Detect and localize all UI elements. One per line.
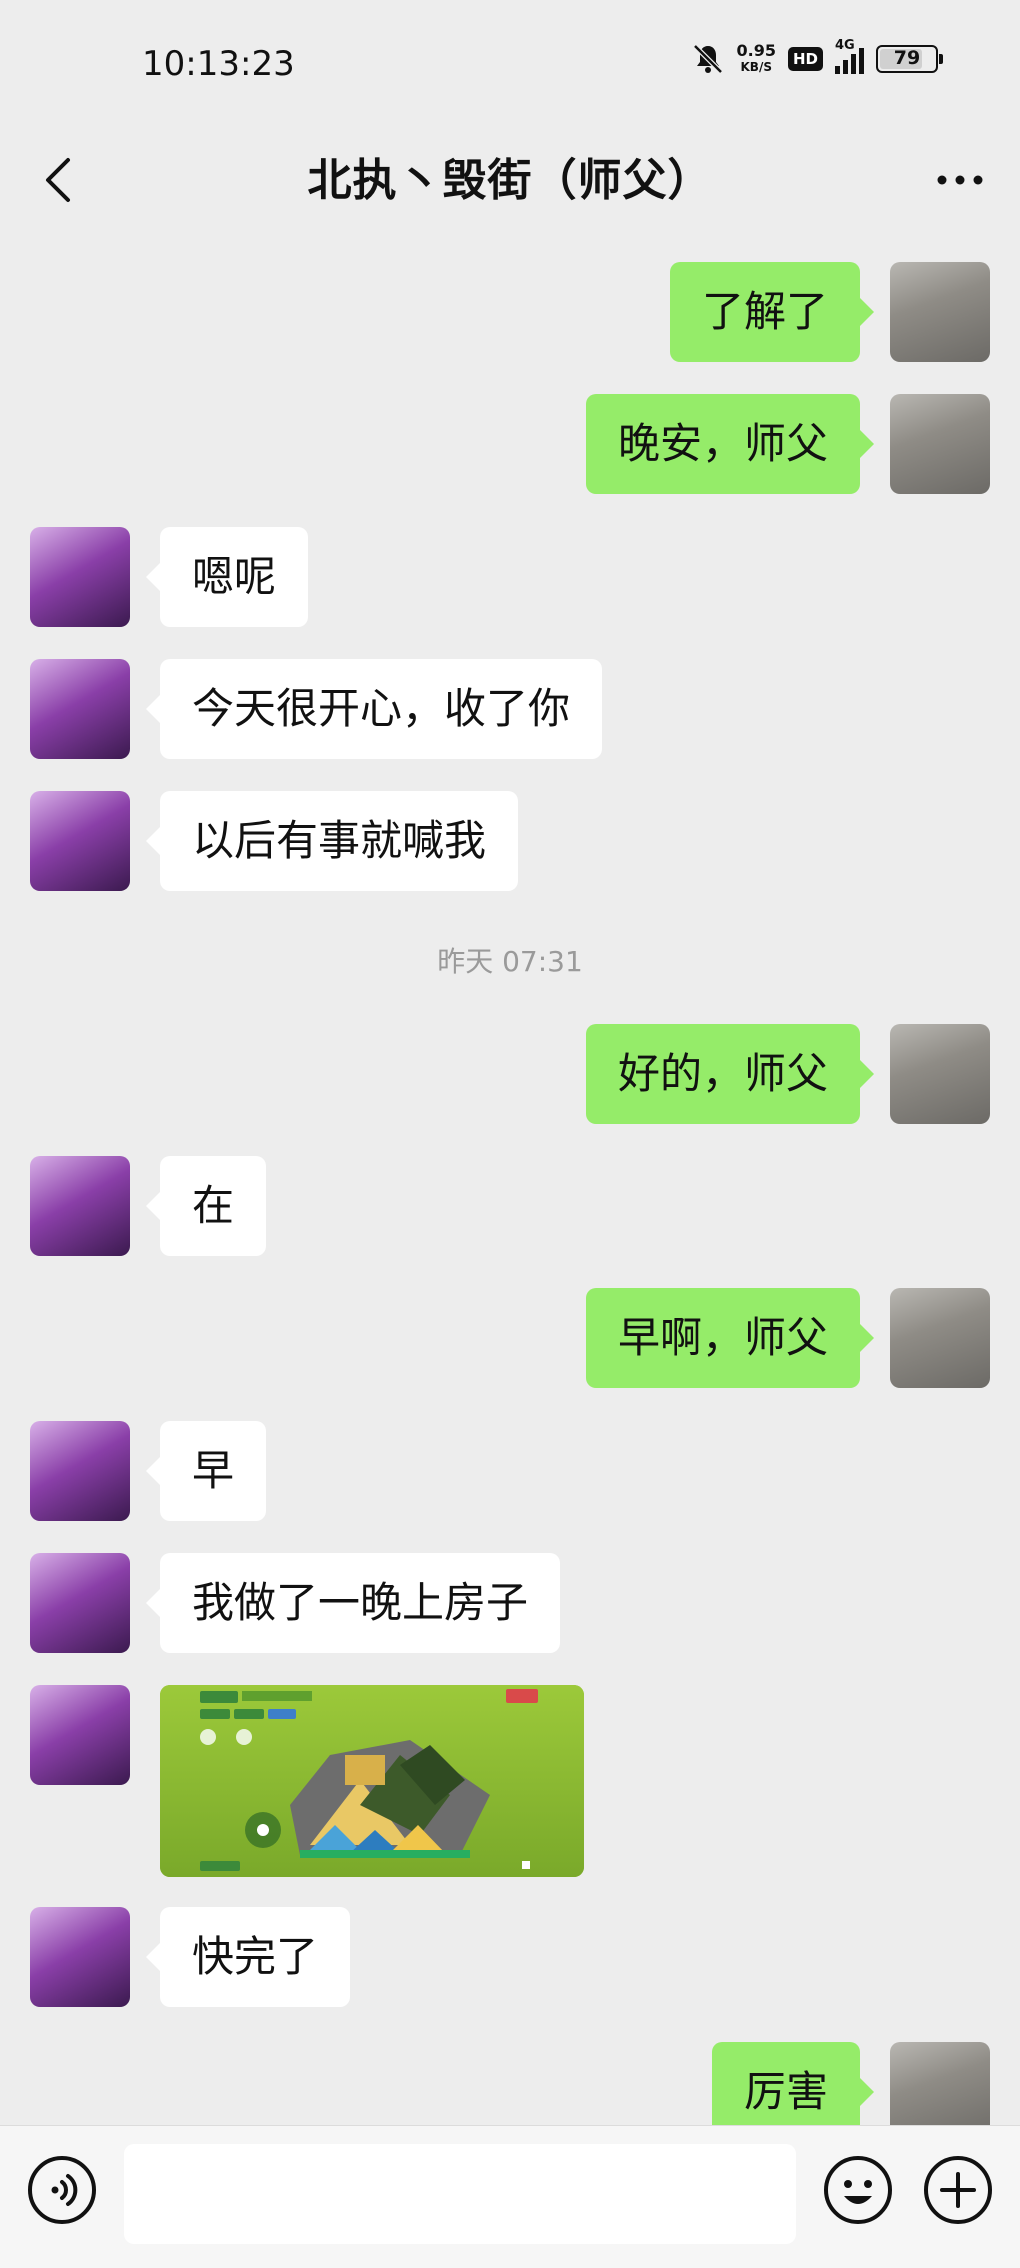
status-icons: 0.95 KB/S HD 4G 79 xyxy=(691,38,943,76)
message-bubble[interactable]: 在 xyxy=(145,1156,267,1256)
chat-header: 北执丶毁街（师父） xyxy=(0,130,1020,230)
signal-icon: 4G xyxy=(835,38,864,74)
plus-icon[interactable] xyxy=(922,2154,994,2226)
avatar[interactable] xyxy=(30,1156,130,1256)
avatar[interactable] xyxy=(30,791,130,891)
network-type: 4G xyxy=(835,38,855,53)
avatar[interactable] xyxy=(30,1421,130,1521)
avatar[interactable] xyxy=(890,1024,990,1124)
avatar[interactable] xyxy=(890,1288,990,1388)
message-row: 嗯呢 xyxy=(0,527,1020,627)
message-row: 在 xyxy=(0,1156,1020,1256)
avatar[interactable] xyxy=(30,527,130,627)
avatar[interactable] xyxy=(30,659,130,759)
avatar[interactable] xyxy=(890,394,990,494)
message-row: 早啊，师父 xyxy=(0,1288,1020,1388)
message-bubble[interactable]: 好的，师父 xyxy=(585,1024,875,1124)
message-row: 以后有事就喊我 xyxy=(0,791,1020,891)
message-bubble[interactable]: 今天很开心，收了你 xyxy=(145,659,603,759)
message-row: 今天很开心，收了你 xyxy=(0,659,1020,759)
message-row: 早 xyxy=(0,1421,1020,1521)
avatar[interactable] xyxy=(890,262,990,362)
network-speed: 0.95 KB/S xyxy=(736,41,776,74)
input-bar xyxy=(0,2125,1020,2268)
mute-bell-icon xyxy=(692,44,723,74)
message-row: 了解了 xyxy=(0,262,1020,362)
message-bubble[interactable]: 早 xyxy=(145,1421,267,1521)
message-input[interactable] xyxy=(124,2144,796,2244)
message-bubble[interactable]: 我做了一晚上房子 xyxy=(145,1553,561,1653)
hd-badge: HD xyxy=(787,47,823,71)
message-row: 我做了一晚上房子 xyxy=(0,1553,1020,1653)
message-row: 晚安，师父 xyxy=(0,394,1020,494)
message-bubble[interactable]: 早啊，师父 xyxy=(585,1288,875,1388)
voice-icon[interactable] xyxy=(26,2154,98,2226)
message-row: 快完了 xyxy=(0,1907,1020,2007)
status-bar: 10:13:23 0.95 KB/S HD 4G 79 xyxy=(0,0,1020,130)
message-bubble[interactable]: 了解了 xyxy=(669,262,875,362)
avatar[interactable] xyxy=(30,1685,130,1785)
battery-icon: 79 xyxy=(876,45,943,73)
more-options-icon[interactable] xyxy=(930,156,990,204)
battery-level: 79 xyxy=(893,47,921,69)
chat-title: 北执丶毁街（师父） xyxy=(307,155,713,206)
message-bubble[interactable]: 以后有事就喊我 xyxy=(145,791,519,891)
status-time: 10:13:23 xyxy=(142,44,295,84)
game-screenshot-image[interactable] xyxy=(160,1685,584,1877)
timestamp: 昨天 07:31 xyxy=(437,945,583,978)
message-row: 好的，师父 xyxy=(0,1024,1020,1124)
emoji-icon[interactable] xyxy=(822,2154,894,2226)
avatar[interactable] xyxy=(30,1553,130,1653)
message-bubble[interactable]: 快完了 xyxy=(145,1907,351,2007)
message-bubble[interactable]: 晚安，师父 xyxy=(585,394,875,494)
avatar[interactable] xyxy=(30,1907,130,2007)
message-bubble[interactable]: 嗯呢 xyxy=(145,527,309,627)
